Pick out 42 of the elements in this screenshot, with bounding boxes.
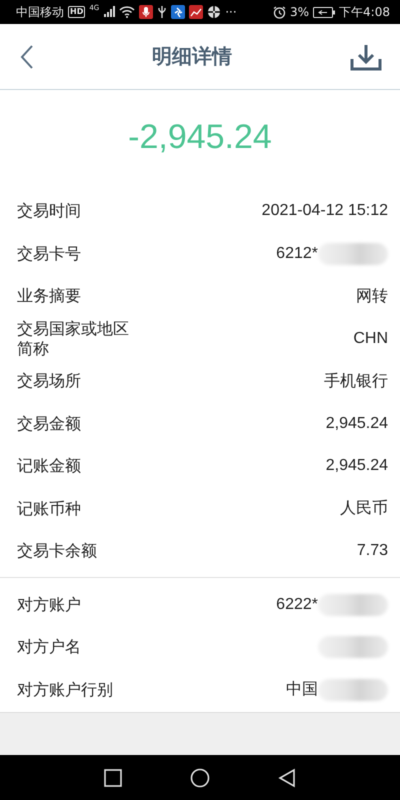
microphone-icon (139, 5, 154, 19)
field-value: 2021-04-12 15:12 (262, 202, 388, 220)
home-button[interactable] (190, 768, 210, 788)
recent-apps-button[interactable] (104, 768, 122, 786)
aperture-icon (207, 5, 222, 19)
page-title: 明细详情 (152, 43, 232, 70)
battery-charging-icon (313, 6, 336, 18)
field-value: 中国 (286, 680, 318, 700)
field-label: 对方账户行别 (17, 680, 113, 700)
field-label: 对方账户 (17, 594, 81, 615)
field-value: 6222* (276, 596, 318, 614)
more-notifications: ··· (225, 5, 237, 19)
field-value: 6212* (276, 244, 318, 263)
field-label: 记账金额 (17, 456, 81, 476)
field-label: 业务摘要 (17, 286, 81, 306)
signal-icon (103, 6, 116, 18)
field-value: 网转 (356, 286, 388, 307)
hd-badge: HD (68, 6, 86, 18)
wifi-icon (119, 6, 136, 18)
field-label: 交易国家或地区简称 (17, 318, 130, 359)
field-label: 交易场所 (17, 371, 81, 392)
field-value: 2,945.24 (326, 457, 388, 476)
field-label: 交易时间 (17, 201, 81, 222)
field-value: 手机银行 (324, 372, 388, 392)
field-value: 7.73 (356, 542, 388, 560)
field-label: 交易金额 (17, 414, 81, 434)
field-value: CHN (353, 330, 388, 348)
back-nav-button[interactable] (278, 768, 296, 788)
field-label: 交易卡余额 (17, 541, 97, 562)
field-label: 对方户名 (17, 637, 81, 658)
clock-time: 下午4:08 (339, 4, 390, 20)
battery-percent: 3% (290, 5, 310, 19)
alarm-icon (273, 6, 286, 18)
transaction-amount: -2,945.24 (128, 118, 272, 156)
field-value: 2,945.24 (326, 414, 388, 433)
carrier-name: 中国移动 (16, 4, 64, 20)
chart-app-icon (189, 5, 204, 19)
usb-icon (157, 5, 168, 19)
field-label: 记账币种 (17, 498, 81, 519)
field-label: 交易卡号 (17, 244, 81, 264)
runner-app-icon (171, 5, 186, 19)
field-value: 人民币 (340, 498, 388, 520)
